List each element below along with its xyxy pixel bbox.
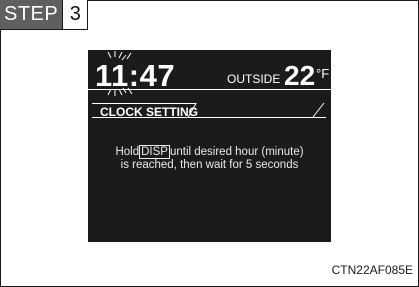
disp-button-label: DISP	[139, 145, 170, 159]
mode-title-edge	[312, 102, 325, 118]
step-label: STEP	[0, 0, 63, 29]
clock-time: 11:47	[95, 58, 176, 93]
clock-setting-title: CLOCK SETTING	[100, 105, 198, 119]
outside-temperature-label: OUTSIDE	[227, 72, 281, 86]
temperature-unit: °F	[316, 66, 330, 81]
instruction-line-1: Hold DISP until desired hour (minute)	[88, 145, 331, 159]
step-number: 3	[62, 0, 88, 29]
instruction-prefix: Hold	[115, 146, 140, 158]
figure-code: CTN22AF085E	[331, 263, 413, 277]
outside-temperature-value: 22	[284, 60, 316, 91]
multi-information-display: 11:47 OUTSIDE 22 °F CLOCK SETTING Hold DI…	[88, 50, 331, 242]
instruction-line-2: is reached, then wait for 5 seconds	[120, 159, 299, 171]
step-badge: STEP 3	[0, 0, 89, 30]
instruction-suffix: until desired hour (minute)	[169, 146, 304, 158]
instruction-message: Hold DISP until desired hour (minute) is r…	[88, 145, 331, 172]
